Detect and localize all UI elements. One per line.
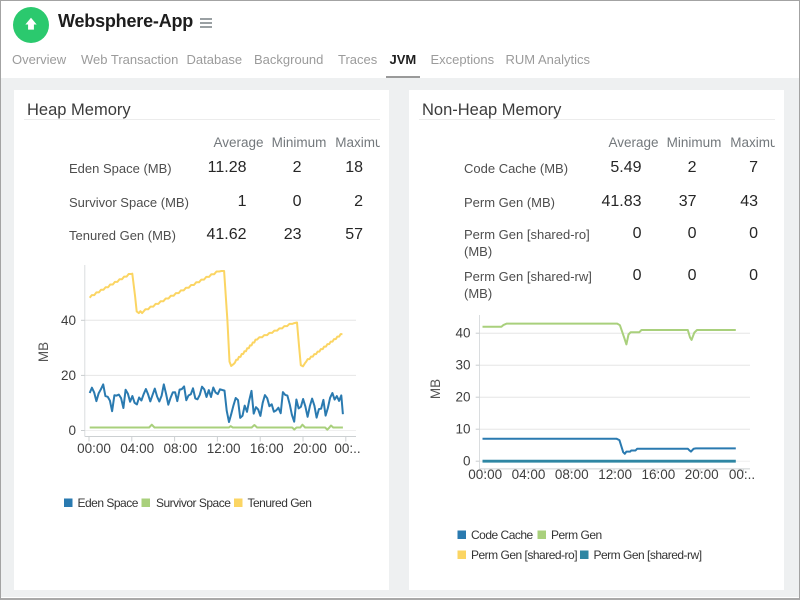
svg-text:20:00: 20:00 xyxy=(685,467,719,482)
svg-text:16:00: 16:00 xyxy=(250,441,284,456)
svg-text:00:..: 00:.. xyxy=(334,441,360,456)
svg-text:10: 10 xyxy=(455,422,470,437)
svg-text:08:00: 08:00 xyxy=(164,441,198,456)
svg-text:00:..: 00:.. xyxy=(729,467,755,482)
svg-text:00:00: 00:00 xyxy=(468,467,502,482)
svg-text:12:00: 12:00 xyxy=(207,441,241,456)
svg-text:16:00: 16:00 xyxy=(642,467,676,482)
svg-text:08:00: 08:00 xyxy=(555,467,589,482)
svg-text:40: 40 xyxy=(61,313,76,328)
svg-text:Code Cache: Code Cache xyxy=(471,528,534,542)
svg-text:Tenured Gen: Tenured Gen xyxy=(248,496,312,510)
svg-text:00:00: 00:00 xyxy=(77,441,111,456)
svg-text:20: 20 xyxy=(455,390,470,405)
svg-text:20: 20 xyxy=(61,368,76,383)
svg-text:Survivor Space: Survivor Space xyxy=(156,496,231,510)
svg-text:30: 30 xyxy=(455,358,470,373)
svg-text:Perm Gen: Perm Gen xyxy=(551,528,602,542)
svg-text:04:00: 04:00 xyxy=(120,441,154,456)
svg-text:Eden Space: Eden Space xyxy=(78,496,139,510)
svg-text:0: 0 xyxy=(68,423,76,438)
svg-text:Perm Gen [shared-ro]: Perm Gen [shared-ro] xyxy=(471,548,577,562)
svg-text:Perm Gen [shared-rw]: Perm Gen [shared-rw] xyxy=(594,548,702,562)
svg-text:40: 40 xyxy=(455,326,470,341)
svg-text:20:00: 20:00 xyxy=(293,441,327,456)
svg-text:04:00: 04:00 xyxy=(512,467,546,482)
svg-text:12:00: 12:00 xyxy=(598,467,632,482)
svg-text:MB: MB xyxy=(428,379,443,399)
svg-text:MB: MB xyxy=(36,342,51,362)
